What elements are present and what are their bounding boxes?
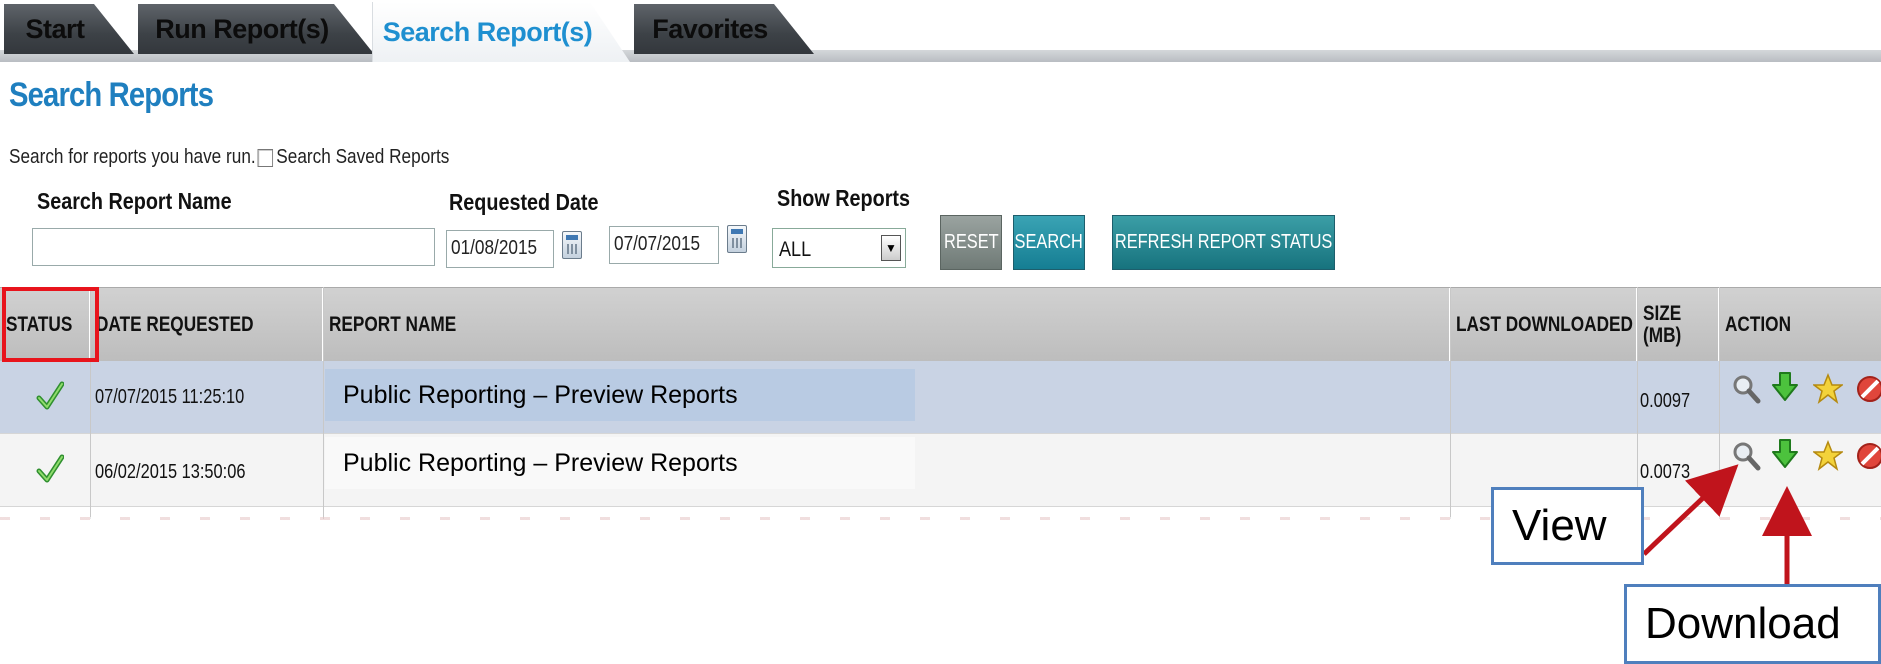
tab-label: Start: [25, 13, 85, 44]
tab-label: Favorites: [652, 13, 768, 44]
dropdown-arrow-icon[interactable]: ▼: [881, 235, 901, 261]
intro-line: Search for reports you have run. Search …: [9, 146, 449, 169]
download-callout-label: Download: [1645, 599, 1841, 648]
show-reports-value: ALL: [779, 238, 812, 261]
search-saved-checkbox[interactable]: [257, 148, 273, 167]
reset-label: RESET: [943, 231, 999, 253]
refresh-label: REFRESH REPORT STATUS: [1114, 231, 1333, 253]
check-icon: [36, 381, 64, 410]
column-divider: [323, 287, 324, 519]
refresh-report-status-button[interactable]: REFRESH REPORT STATUS: [1112, 215, 1335, 270]
col-report-name-label: REPORT NAME: [329, 312, 457, 336]
tab-start[interactable]: Start: [4, 4, 134, 54]
date-from-value: 01/08/2015: [451, 237, 538, 259]
date-from-field[interactable]: 01/08/2015: [446, 230, 554, 268]
col-date-requested[interactable]: DATE REQUESTED: [90, 288, 323, 361]
col-date-requested-label: DATE REQUESTED: [96, 312, 254, 336]
favorite-icon[interactable]: [1813, 373, 1843, 405]
delete-icon[interactable]: [1855, 373, 1881, 405]
size-cell: 0.0097: [1640, 389, 1691, 412]
intro-text: Search for reports you have run.: [9, 146, 256, 168]
column-divider: [1450, 287, 1451, 519]
requested-date-label: Requested Date: [449, 189, 599, 215]
search-saved-label: Search Saved Reports: [276, 146, 450, 168]
tab-label: Run Report(s): [155, 13, 329, 44]
view-callout: View: [1491, 487, 1644, 565]
date-to-field[interactable]: 07/07/2015: [609, 226, 719, 264]
reports-table: STATUS DATE REQUESTED REPORT NAME LAST D…: [0, 287, 1881, 519]
column-divider: [1637, 287, 1638, 519]
report-name-input[interactable]: [32, 228, 435, 266]
column-divider: [1719, 287, 1720, 519]
date-to-value: 07/07/2015: [614, 233, 701, 255]
report-name-label: Search Report Name: [37, 188, 232, 214]
tab-favorites[interactable]: Favorites: [634, 4, 814, 54]
col-size[interactable]: SIZE (MB): [1637, 288, 1719, 361]
favorite-icon[interactable]: [1813, 440, 1843, 472]
search-button[interactable]: SEARCH: [1013, 215, 1085, 270]
col-size-label: SIZE (MB): [1643, 301, 1682, 347]
calendar-icon[interactable]: [562, 231, 582, 259]
show-reports-select[interactable]: ALL ▼: [772, 228, 906, 268]
tab-strip: Start Run Report(s) Search Report(s) Fav…: [0, 0, 1881, 62]
col-last-downloaded[interactable]: LAST DOWNLOADED: [1450, 288, 1637, 361]
size-cell: 0.0073: [1640, 460, 1691, 483]
download-callout: Download: [1624, 584, 1881, 664]
date-requested-cell: 07/07/2015 11:25:10: [95, 385, 245, 408]
table-row[interactable]: 07/07/2015 11:25:10 Public Reporting – P…: [0, 361, 1881, 434]
date-requested-cell: 06/02/2015 13:50:06: [95, 460, 246, 483]
report-name-cell[interactable]: Public Reporting – Preview Reports: [325, 437, 915, 489]
col-action-label: ACTION: [1725, 312, 1792, 336]
table-header: STATUS DATE REQUESTED REPORT NAME LAST D…: [0, 287, 1881, 361]
view-callout-label: View: [1512, 501, 1607, 550]
show-reports-label: Show Reports: [777, 185, 910, 211]
download-icon[interactable]: [1770, 371, 1800, 403]
tab-search-reports[interactable]: Search Report(s): [372, 2, 630, 62]
report-name-cell[interactable]: Public Reporting – Preview Reports: [325, 369, 915, 421]
col-action: ACTION: [1719, 288, 1881, 361]
reset-button[interactable]: RESET: [940, 215, 1002, 270]
status-highlight-box: [2, 287, 99, 362]
col-report-name[interactable]: REPORT NAME: [323, 288, 1450, 361]
view-icon[interactable]: [1731, 373, 1761, 405]
view-icon[interactable]: [1731, 440, 1761, 472]
download-icon[interactable]: [1770, 438, 1800, 470]
search-label: SEARCH: [1014, 231, 1084, 253]
check-icon: [36, 454, 64, 483]
page-title: Search Reports: [9, 76, 214, 114]
col-last-downloaded-label: LAST DOWNLOADED: [1456, 312, 1633, 336]
tab-label: Search Report(s): [382, 16, 593, 47]
calendar-icon[interactable]: [727, 225, 747, 253]
delete-icon[interactable]: [1855, 440, 1881, 472]
tab-run-reports[interactable]: Run Report(s): [138, 4, 374, 54]
